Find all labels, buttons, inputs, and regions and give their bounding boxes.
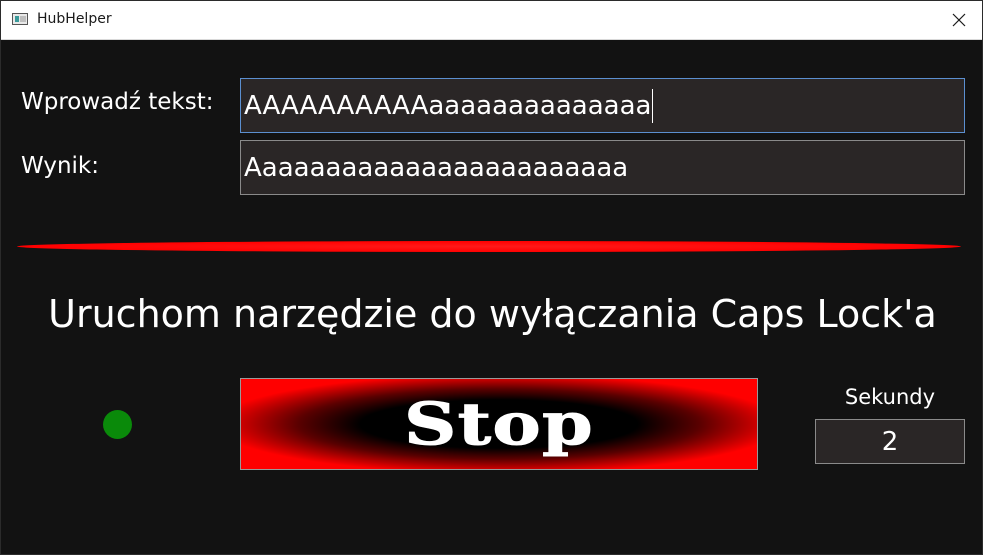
seconds-input[interactable]: 2 (815, 419, 965, 464)
red-separator (17, 241, 961, 252)
text-caret (652, 88, 654, 123)
result-output-value: Aaaaaaaaaaaaaaaaaaaaaaaa (244, 152, 629, 183)
seconds-value: 2 (881, 426, 899, 457)
stop-button[interactable]: Stop (240, 378, 758, 470)
close-icon (952, 13, 966, 27)
window-title: HubHelper (37, 11, 112, 27)
caps-tool-heading: Uruchom narzędzie do wyłączania Caps Loc… (48, 292, 937, 336)
title-bar[interactable]: HubHelper (1, 1, 982, 40)
app-window-icon (12, 13, 28, 25)
result-output-field[interactable]: Aaaaaaaaaaaaaaaaaaaaaaaa (240, 140, 965, 195)
text-input-field[interactable]: AAAAAAAAAAaaaaaaaaaaaaaa (240, 78, 965, 133)
text-input-value: AAAAAAAAAAaaaaaaaaaaaaaa (244, 90, 652, 121)
stop-button-label: Stop (403, 390, 594, 459)
close-button[interactable] (936, 1, 982, 39)
result-label: Wynik: (21, 153, 99, 179)
app-window: HubHelper Wprowadź tekst: AAAAAAAAAAaaaa… (0, 0, 983, 555)
seconds-label: Sekundy (844, 385, 936, 409)
main-content: Wprowadź tekst: AAAAAAAAAAaaaaaaaaaaaaaa… (1, 40, 982, 554)
status-indicator-dot (103, 410, 132, 439)
input-label: Wprowadź tekst: (21, 89, 214, 115)
